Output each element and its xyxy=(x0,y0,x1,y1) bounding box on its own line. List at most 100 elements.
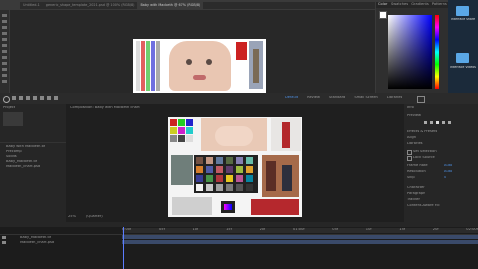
panel-section[interactable]: Paragraph xyxy=(407,192,425,196)
racecar-photo xyxy=(251,199,299,215)
checkbox[interactable] xyxy=(407,156,412,161)
document-tab-active[interactable]: Baby with Macbeth @ 67% (RGB/8) xyxy=(137,2,204,9)
checkbox-label: Lock Source xyxy=(413,156,435,159)
guard-image xyxy=(271,118,301,151)
panel-section[interactable]: Tracker xyxy=(407,198,420,202)
layer-bar[interactable] xyxy=(122,235,478,239)
panel-section[interactable]: Effects & Presets xyxy=(407,130,437,134)
zoom-readout[interactable]: 25% xyxy=(68,215,76,219)
resolution-readout[interactable]: (Quarter) xyxy=(86,215,103,219)
baby-face-image xyxy=(169,41,231,91)
ruler-tick: 20f xyxy=(259,228,266,231)
layer-bar[interactable] xyxy=(122,240,478,244)
info-panel: Info Preview Effects & Presets Align Lib… xyxy=(404,104,478,222)
color-bar-gray xyxy=(156,41,160,91)
marquee-tool-icon[interactable] xyxy=(2,20,7,23)
brush-tool-icon[interactable] xyxy=(2,44,7,47)
ruler-tick: 05f xyxy=(159,228,165,231)
ruler-tick: 20f xyxy=(432,228,439,231)
big-ben-image xyxy=(249,41,263,89)
stamp-tool-icon[interactable] xyxy=(2,50,7,53)
field-value[interactable]: 0 xyxy=(444,176,446,180)
comp-panel-title: Composition: Baby with Macbeth chart xyxy=(70,106,140,109)
panel-section[interactable]: Content-Aware Fill xyxy=(407,204,440,208)
workspace-review[interactable]: Review xyxy=(307,96,320,100)
time-ruler[interactable]: 0:00f 05f 10f 15f 20f 01:00f 05f 10f 15f… xyxy=(122,228,478,233)
ruler-tick: 15f xyxy=(399,228,406,231)
workspace-standard[interactable]: Standard xyxy=(329,96,345,100)
visibility-eye-icon[interactable] xyxy=(2,241,6,244)
color-bar-white xyxy=(136,41,140,91)
color-bar-blue xyxy=(151,41,155,91)
field-label: Resolution xyxy=(407,170,426,173)
macbeth-chart xyxy=(194,155,258,193)
timeline-panel: Baby_Macbeth.tif Macbeth_chart.psd 0:00f… xyxy=(0,222,478,269)
move-tool-icon[interactable] xyxy=(2,14,7,17)
building-photo xyxy=(172,197,212,215)
crop-tool-icon[interactable] xyxy=(2,32,7,35)
gradient-tool-icon[interactable] xyxy=(2,62,7,65)
tool-icons[interactable] xyxy=(12,96,72,101)
project-item[interactable]: Precomp xyxy=(6,150,22,154)
lasso-tool-icon[interactable] xyxy=(2,26,7,29)
project-item[interactable]: Baby with Macbeth.tif xyxy=(6,145,45,149)
desktop-item-label: Interface share xyxy=(450,18,476,21)
document-tab[interactable]: Untitled-1 xyxy=(20,2,43,9)
document-tab[interactable]: generic_shape_template_2021.psd @ 100% (… xyxy=(43,2,138,9)
ruler-tick: 02:00f xyxy=(466,228,478,231)
hue-slider[interactable] xyxy=(435,15,439,89)
flag-image xyxy=(236,42,247,60)
hand-tool-icon[interactable] xyxy=(2,80,7,83)
workspace-libraries[interactable]: Libraries xyxy=(387,96,403,100)
ruler-tick: 01:00f xyxy=(293,228,305,231)
document-image[interactable] xyxy=(133,39,266,93)
color-bar-green xyxy=(146,41,150,91)
baby-face-image xyxy=(201,118,267,151)
checkbox-label: Set Selection xyxy=(413,150,437,153)
project-panel-title: Project xyxy=(3,106,16,109)
layer-name[interactable]: Macbeth_chart.psd xyxy=(20,241,54,245)
ruler-tick: 10f xyxy=(365,228,372,231)
color-picker-field[interactable] xyxy=(388,15,432,89)
project-item[interactable]: Solids xyxy=(6,155,17,159)
panel-section[interactable]: Preview xyxy=(407,114,421,118)
type-tool-icon[interactable] xyxy=(2,74,7,77)
field-value[interactable]: Auto xyxy=(444,170,452,174)
parade-photo xyxy=(262,155,299,197)
layer-name[interactable]: Baby_Macbeth.tif xyxy=(20,236,51,240)
home-icon[interactable] xyxy=(3,96,10,103)
workspace-small-screen[interactable]: Small Screen xyxy=(354,96,377,100)
project-item[interactable]: Baby_Macbeth.tif xyxy=(6,160,37,164)
panel-section[interactable]: Align xyxy=(407,136,416,140)
panel-section[interactable]: Character xyxy=(407,186,425,190)
comp-viewer-image[interactable] xyxy=(168,117,302,217)
workspace-default[interactable]: Default xyxy=(285,96,298,100)
city-photo xyxy=(171,155,193,185)
foreground-color-swatch[interactable] xyxy=(379,11,387,19)
field-label: Frame Rate xyxy=(407,164,428,167)
ruler-tick: 05f xyxy=(332,228,339,231)
checkbox[interactable] xyxy=(407,150,412,155)
panel-section[interactable]: Libraries xyxy=(407,142,423,146)
field-value[interactable]: Auto xyxy=(444,164,452,168)
ae-toolbar: Default Review Standard Small Screen Lib… xyxy=(0,93,478,104)
ruler-tick: 15f xyxy=(226,228,232,231)
project-thumbnail xyxy=(3,112,23,126)
field-label: Skip xyxy=(407,176,415,179)
folder-icon[interactable] xyxy=(456,6,469,16)
project-item[interactable]: Macbeth_chart.psd xyxy=(6,165,40,169)
info-panel-title: Info xyxy=(407,106,414,109)
pen-tool-icon[interactable] xyxy=(2,68,7,71)
playhead[interactable] xyxy=(123,227,124,269)
desktop-area: Interface share Interface Videos xyxy=(448,0,478,93)
visibility-eye-icon[interactable] xyxy=(2,236,6,239)
folder-icon[interactable] xyxy=(456,53,469,63)
eyedropper-tool-icon[interactable] xyxy=(2,38,7,41)
desktop-item-label: Interface Videos xyxy=(450,66,476,69)
project-panel: Project Baby with Macbeth.tif Precomp So… xyxy=(0,104,66,222)
eraser-tool-icon[interactable] xyxy=(2,56,7,59)
gradient-thumbnail xyxy=(221,201,235,213)
search-help-icon[interactable] xyxy=(417,96,425,103)
playback-controls[interactable] xyxy=(424,121,454,125)
tool-bar xyxy=(0,10,9,93)
